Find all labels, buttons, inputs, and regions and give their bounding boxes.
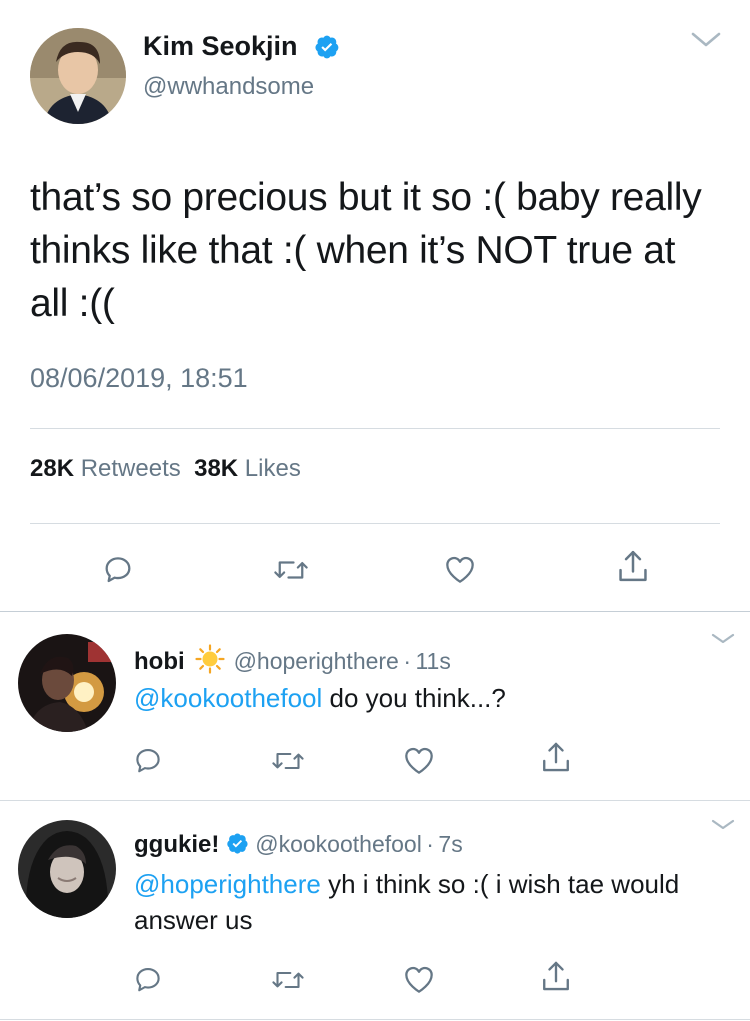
- chevron-down-icon[interactable]: [710, 632, 736, 646]
- mention-link[interactable]: @kookoothefool: [134, 683, 322, 713]
- like-label: Likes: [244, 455, 301, 482]
- reply-author-name[interactable]: hobi: [134, 648, 185, 675]
- mention-link[interactable]: @hoperighthere: [134, 869, 321, 899]
- retweet-count-link[interactable]: 28K Retweets: [30, 455, 181, 482]
- chevron-down-icon[interactable]: [690, 30, 722, 50]
- tweet-stats: 28K Retweets 38K Likes: [30, 455, 301, 483]
- author-avatar[interactable]: [30, 28, 126, 124]
- share-icon[interactable]: [540, 959, 572, 993]
- reply-icon[interactable]: [102, 553, 134, 585]
- reply-icon[interactable]: [133, 745, 163, 775]
- separator-dot: ·: [403, 648, 411, 674]
- reply-icon[interactable]: [133, 964, 163, 994]
- like-count: 38K: [194, 455, 239, 482]
- reply-time[interactable]: 7s: [438, 831, 462, 857]
- reply-author-handle[interactable]: @kookoothefool: [255, 831, 422, 857]
- reply-time[interactable]: 11s: [415, 648, 450, 674]
- like-icon[interactable]: [444, 554, 476, 584]
- reply-author-name[interactable]: ggukie!: [134, 831, 219, 858]
- author-name[interactable]: Kim Seokjin: [143, 31, 298, 62]
- share-icon[interactable]: [540, 740, 572, 774]
- chevron-down-icon[interactable]: [710, 818, 736, 832]
- verified-badge-icon: [314, 34, 340, 65]
- share-icon[interactable]: [616, 548, 650, 584]
- retweet-count: 28K: [30, 455, 75, 482]
- divider: [30, 428, 720, 429]
- author-handle[interactable]: @wwhandsome: [143, 73, 314, 101]
- reply-divider: [0, 1019, 750, 1020]
- tweet-timestamp[interactable]: 08/06/2019, 18:51: [30, 363, 248, 394]
- like-icon[interactable]: [403, 745, 435, 775]
- reply-avatar[interactable]: [18, 820, 116, 918]
- like-icon[interactable]: [403, 964, 435, 994]
- retweet-icon[interactable]: [270, 747, 306, 775]
- retweet-icon[interactable]: [272, 555, 310, 585]
- reply-text: @kookoothefool do you think...?: [134, 680, 714, 716]
- retweet-label: Retweets: [80, 455, 181, 482]
- reply-author-handle[interactable]: @hoperighthere: [234, 648, 399, 674]
- section-divider: [0, 611, 750, 612]
- reply-header: ggukie! @kookoothefool · 7s: [134, 831, 463, 860]
- reply-text: @hoperighthere yh i think so :( i wish t…: [134, 866, 694, 938]
- reply-header: hobi @hoperighthere · 11s: [134, 644, 451, 679]
- tweet-text: that’s so precious but it so :( baby rea…: [30, 176, 702, 325]
- reply-avatar[interactable]: [18, 634, 116, 732]
- separator-dot: ·: [426, 831, 434, 857]
- divider: [30, 523, 720, 524]
- verified-badge-icon: [226, 832, 249, 860]
- reply-body: do you think...?: [322, 683, 506, 713]
- sun-emoji-icon: [195, 644, 225, 679]
- like-count-link[interactable]: 38K Likes: [194, 455, 301, 482]
- retweet-icon[interactable]: [270, 966, 306, 994]
- reply-divider: [0, 800, 750, 801]
